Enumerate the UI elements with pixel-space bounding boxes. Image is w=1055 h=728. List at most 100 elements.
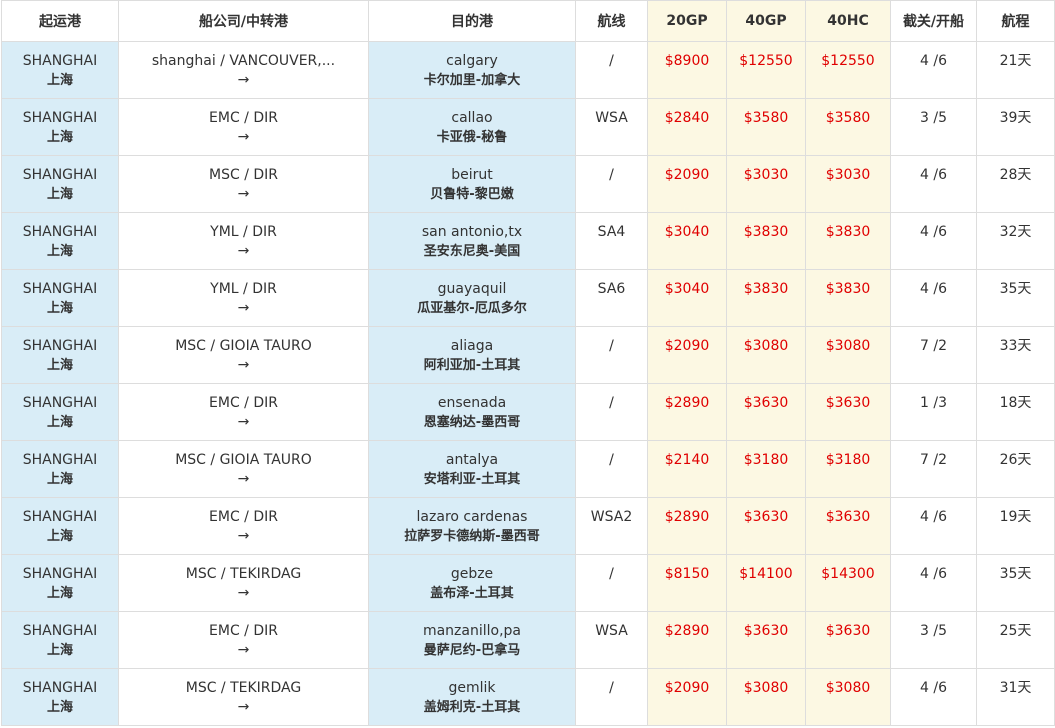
- origin-port-en: SHANGHAI: [22, 623, 98, 639]
- carrier-transship-text: EMC / DIR: [209, 395, 278, 411]
- destination-port-cn: 瓜亚基尔-厄瓜多尔: [417, 301, 527, 316]
- destination-port-cell[interactable]: antalya 安塔利亚-土耳其: [368, 440, 576, 498]
- destination-port-cell[interactable]: gemlik 盖姆利克-土耳其: [368, 668, 576, 726]
- table-row[interactable]: SHANGHAI 上海 EMC / DIR → manzanillo,pa 曼萨尼约-巴拿…: [1, 611, 1055, 669]
- table-row[interactable]: SHANGHAI 上海 MSC / TEKIRDAG → gebze 盖布泽-土耳其 / $8…: [1, 554, 1055, 612]
- destination-port-cell[interactable]: gebze 盖布泽-土耳其: [368, 554, 576, 612]
- cutoff-sailing-cell: 4 /6: [890, 41, 977, 99]
- destination-port-en[interactable]: gemlik: [369, 679, 575, 698]
- destination-port-cn: 圣安东尼奥-美国: [423, 244, 521, 259]
- carrier-transship-text: EMC / DIR: [209, 509, 278, 525]
- destination-port-en[interactable]: ensenada: [369, 394, 575, 413]
- price-20gp: $2090: [664, 680, 710, 696]
- origin-port-cn: 上海: [46, 130, 73, 145]
- origin-port-cn: 上海: [46, 244, 73, 259]
- destination-port-en[interactable]: antalya: [369, 451, 575, 470]
- destination-port-cell[interactable]: manzanillo,pa 曼萨尼约-巴拿马: [368, 611, 576, 669]
- transit-time: 33天: [999, 338, 1032, 354]
- price-20gp: $3040: [664, 224, 710, 240]
- table-row[interactable]: SHANGHAI 上海 MSC / TEKIRDAG → gemlik 盖姆利克-土耳其 /…: [1, 668, 1055, 726]
- route-cell: /: [575, 326, 648, 384]
- destination-port-en[interactable]: beirut: [369, 166, 575, 185]
- destination-port-cell[interactable]: ensenada 恩塞纳达-墨西哥: [368, 383, 576, 441]
- transit-time: 26天: [999, 452, 1032, 468]
- origin-port-en: SHANGHAI: [22, 167, 98, 183]
- cutoff-sailing-cell: 4 /6: [890, 155, 977, 213]
- route-code: /: [609, 452, 614, 468]
- right-arrow-icon: →: [237, 243, 250, 259]
- origin-port-en: SHANGHAI: [22, 680, 98, 696]
- destination-port-cell[interactable]: calgary 卡尔加里-加拿大: [368, 41, 576, 99]
- route-code: WSA2: [590, 509, 633, 525]
- origin-port-cell: SHANGHAI 上海: [1, 326, 119, 384]
- price-40hc: $12550: [821, 53, 875, 69]
- price-40hc: $3630: [825, 395, 871, 411]
- carrier-cell: MSC / TEKIRDAG →: [118, 668, 369, 726]
- table-row[interactable]: SHANGHAI 上海 EMC / DIR → ensenada 恩塞纳达-墨西哥 / $28…: [1, 383, 1055, 441]
- destination-port-cell[interactable]: beirut 贝鲁特-黎巴嫩: [368, 155, 576, 213]
- destination-port-en[interactable]: san antonio,tx: [369, 223, 575, 242]
- table-row[interactable]: SHANGHAI 上海 shanghai / VANCOUVER,... → calga…: [1, 41, 1055, 99]
- destination-port-cell[interactable]: aliaga 阿利亚加-土耳其: [368, 326, 576, 384]
- destination-port-cell[interactable]: guayaquil 瓜亚基尔-厄瓜多尔: [368, 269, 576, 327]
- destination-port-cell[interactable]: callao 卡亚俄-秘鲁: [368, 98, 576, 156]
- cutoff-sailing-cell: 4 /6: [890, 497, 977, 555]
- carrier-cell: YML / DIR →: [118, 269, 369, 327]
- destination-port-en[interactable]: guayaquil: [369, 280, 575, 299]
- table-row[interactable]: SHANGHAI 上海 EMC / DIR → callao 卡亚俄-秘鲁 WSA $2840…: [1, 98, 1055, 156]
- table-row[interactable]: SHANGHAI 上海 MSC / GIOIA TAURO → aliaga 阿利亚加-土…: [1, 326, 1055, 384]
- route-cell: SA6: [575, 269, 648, 327]
- table-row[interactable]: SHANGHAI 上海 YML / DIR → san antonio,tx 圣安东尼奥-…: [1, 212, 1055, 270]
- destination-port-en[interactable]: calgary: [369, 52, 575, 71]
- origin-port-en: SHANGHAI: [22, 452, 98, 468]
- carrier-cell: MSC / DIR →: [118, 155, 369, 213]
- header-carrier-transship: 船公司/中转港: [118, 0, 369, 42]
- origin-port-en: SHANGHAI: [22, 566, 98, 582]
- destination-port-en[interactable]: gebze: [369, 565, 575, 584]
- transit-time-cell: 31天: [976, 668, 1055, 726]
- price-40hc-cell: $3030: [805, 155, 891, 213]
- price-40hc-cell: $3080: [805, 668, 891, 726]
- right-arrow-icon: →: [237, 414, 250, 430]
- origin-port-cn: 上海: [46, 73, 73, 88]
- destination-port-cell[interactable]: san antonio,tx 圣安东尼奥-美国: [368, 212, 576, 270]
- transit-time-cell: 35天: [976, 554, 1055, 612]
- price-40gp: $3830: [743, 224, 789, 240]
- cutoff-sailing-days: 4 /6: [920, 224, 947, 240]
- table-row[interactable]: SHANGHAI 上海 MSC / GIOIA TAURO → antalya 安塔利亚-…: [1, 440, 1055, 498]
- right-arrow-icon: →: [237, 72, 250, 88]
- price-20gp: $2890: [664, 623, 710, 639]
- origin-port-en: SHANGHAI: [22, 509, 98, 525]
- origin-port-en: SHANGHAI: [22, 224, 98, 240]
- destination-port-cn: 恩塞纳达-墨西哥: [423, 415, 521, 430]
- origin-port-cell: SHANGHAI 上海: [1, 155, 119, 213]
- carrier-transship-text: MSC / GIOIA TAURO: [175, 338, 312, 354]
- destination-port-en[interactable]: callao: [369, 109, 575, 128]
- price-40hc: $3630: [825, 509, 871, 525]
- destination-port-cn: 曼萨尼约-巴拿马: [423, 643, 521, 658]
- table-row[interactable]: SHANGHAI 上海 YML / DIR → guayaquil 瓜亚基尔-厄瓜多尔 SA…: [1, 269, 1055, 327]
- carrier-transship-text: MSC / TEKIRDAG: [185, 566, 302, 582]
- price-40gp-cell: $3630: [726, 383, 806, 441]
- destination-port-en[interactable]: aliaga: [369, 337, 575, 356]
- route-code: /: [609, 566, 614, 582]
- destination-port-cn: 盖布泽-土耳其: [430, 586, 514, 601]
- destination-port-cn: 卡亚俄-秘鲁: [436, 130, 508, 145]
- carrier-transship-text: EMC / DIR: [209, 623, 278, 639]
- cutoff-sailing-days: 4 /6: [920, 281, 947, 297]
- price-40gp-cell: $12550: [726, 41, 806, 99]
- destination-port-en[interactable]: lazaro cardenas: [369, 508, 575, 527]
- table-row[interactable]: SHANGHAI 上海 MSC / DIR → beirut 贝鲁特-黎巴嫩 / $2090 $…: [1, 155, 1055, 213]
- price-40hc-cell: $14300: [805, 554, 891, 612]
- table-row[interactable]: SHANGHAI 上海 EMC / DIR → lazaro cardenas 拉萨罗卡德…: [1, 497, 1055, 555]
- route-cell: /: [575, 41, 648, 99]
- cutoff-sailing-cell: 3 /5: [890, 98, 977, 156]
- price-40hc: $3830: [825, 281, 871, 297]
- transit-time-cell: 33天: [976, 326, 1055, 384]
- origin-port-cell: SHANGHAI 上海: [1, 41, 119, 99]
- route-cell: WSA2: [575, 497, 648, 555]
- route-code: /: [609, 167, 614, 183]
- carrier-cell: EMC / DIR →: [118, 497, 369, 555]
- destination-port-en[interactable]: manzanillo,pa: [369, 622, 575, 641]
- destination-port-cell[interactable]: lazaro cardenas 拉萨罗卡德纳斯-墨西哥: [368, 497, 576, 555]
